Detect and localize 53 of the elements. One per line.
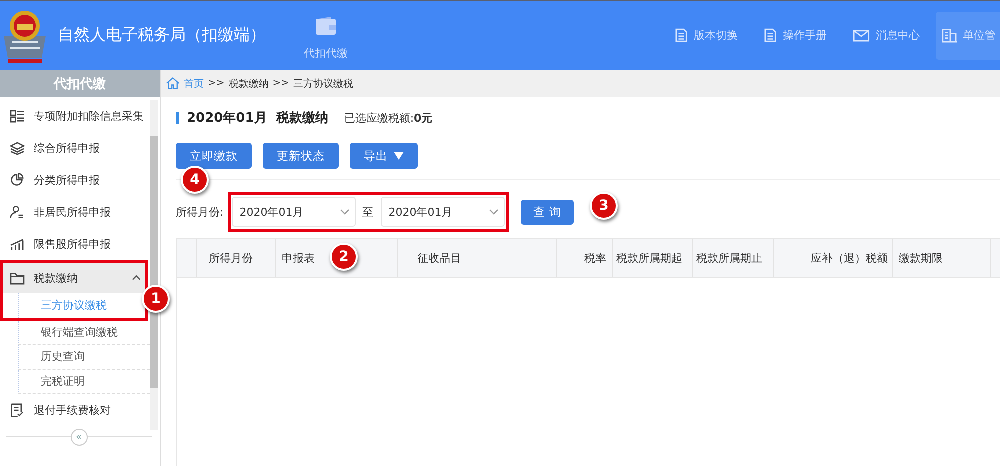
nav-label: 代扣代缴 [304, 46, 348, 61]
sidebar-title: 代扣代缴 [0, 70, 160, 97]
sidebar-item[interactable]: 退付手续费核对 [0, 394, 150, 426]
sidebar-item[interactable]: 综合所得申报 [0, 132, 150, 164]
breadcrumb-item[interactable]: 三方协议缴税 [294, 76, 354, 90]
month-select[interactable]: 2020年01月 [380, 197, 505, 227]
summary-value: 0元 [414, 110, 433, 126]
column-header: 税款所属期起 [613, 239, 694, 277]
column-header: 所得月份 [196, 239, 276, 277]
step-marker-badge: 1 [142, 285, 170, 313]
column-header: 应补（退）税额 [774, 239, 894, 277]
sidebar-item[interactable]: 分类所得申报 [0, 164, 150, 196]
action-button[interactable]: 更新状态 [263, 143, 339, 169]
sidebar-item[interactable]: 专项附加扣除信息采集 [0, 100, 150, 132]
chevron-up-icon [132, 275, 141, 281]
filter-label: 所得月份: [176, 204, 224, 220]
column-header: 征收品目 [398, 239, 557, 277]
page-title: 2020年01月 税款缴纳 [187, 110, 328, 127]
action-button[interactable]: 立即缴款 [176, 143, 252, 169]
step-marker-badge: 3 [590, 192, 618, 220]
person-icon [9, 205, 25, 219]
column-header: 缴款期限 [893, 239, 991, 277]
pie-chart-icon [9, 173, 25, 187]
sidebar-item[interactable]: 非居民所得申报 [0, 196, 150, 228]
wallet-icon [315, 16, 337, 36]
range-separator: 至 [362, 204, 374, 220]
app-title: 自然人电子税务局（扣缴端） [58, 25, 267, 46]
document-icon [675, 28, 688, 43]
breadcrumb-item[interactable]: 税款缴纳 [228, 76, 269, 90]
envelope-icon [853, 30, 870, 42]
column-header: 税款所属期止 [693, 239, 774, 277]
bar-chart-icon [9, 238, 25, 250]
list-icon [9, 110, 25, 122]
column-header: 税率 [556, 239, 614, 277]
scrollbar[interactable] [150, 100, 158, 430]
dropdown-button[interactable]: 导出 [350, 143, 418, 169]
chevron-down-icon [340, 209, 350, 215]
sidebar-item[interactable]: 税款缴纳 [3, 263, 145, 293]
summary-label: 已选应缴税额: [344, 110, 414, 126]
query-button[interactable]: 查 询 [520, 200, 574, 224]
step-marker-badge: 4 [181, 166, 209, 194]
title-accent-bar [176, 112, 179, 124]
folder-icon [9, 272, 25, 284]
home-icon [166, 77, 180, 90]
breadcrumb-separator: >> [208, 78, 225, 89]
breadcrumb-separator: >> [272, 78, 290, 89]
sidebar-item[interactable]: 限售股所得申报 [0, 228, 150, 260]
chevron-down-icon [488, 209, 499, 215]
month-select[interactable]: 2020年01月 [232, 197, 356, 227]
checklist-icon [9, 402, 25, 418]
layers-icon [9, 142, 25, 154]
building-icon [942, 28, 957, 43]
document-icon [764, 28, 777, 43]
